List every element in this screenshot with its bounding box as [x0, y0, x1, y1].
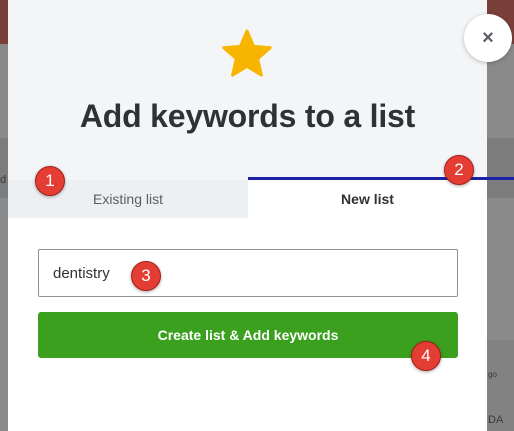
create-list-add-keywords-button[interactable]: Create list & Add keywords	[38, 312, 458, 358]
annotation-marker-2: 2	[444, 155, 474, 185]
list-name-input[interactable]	[38, 249, 458, 297]
background-text: d	[0, 174, 7, 186]
dialog-title: Add keywords to a list	[79, 98, 416, 134]
background-text: DA	[488, 414, 504, 426]
dialog-header	[8, 0, 487, 180]
annotation-marker-4: 4	[411, 341, 441, 371]
tab-underline-extension	[487, 177, 514, 180]
annotation-marker-3: 3	[131, 261, 161, 291]
close-icon: ×	[482, 26, 494, 49]
annotation-marker-1: 1	[35, 166, 65, 196]
close-button[interactable]: ×	[464, 14, 512, 62]
star-icon	[222, 29, 272, 77]
background-text: go	[488, 370, 497, 379]
